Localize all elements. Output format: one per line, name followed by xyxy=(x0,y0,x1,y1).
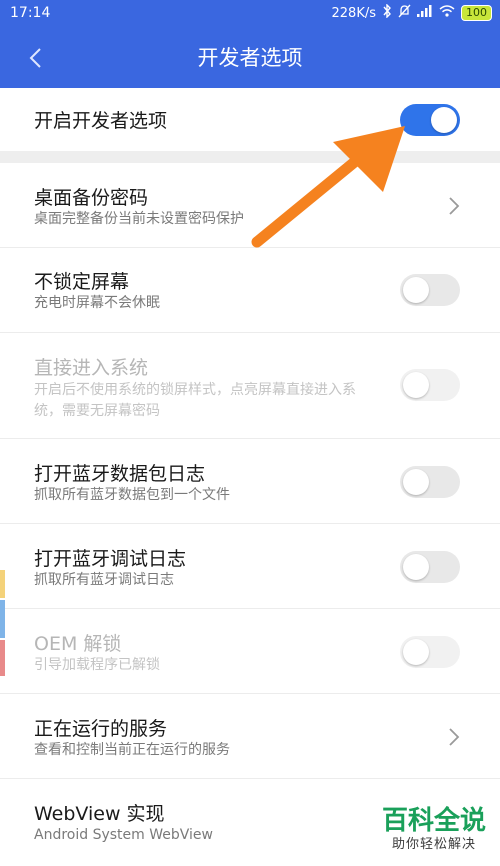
signal-icon xyxy=(417,5,433,21)
toggle-knob xyxy=(403,372,429,398)
developer-options-toggle[interactable] xyxy=(400,104,460,136)
setting-row-stay-awake[interactable]: 不锁定屏幕 充电时屏幕不会休眠 xyxy=(0,248,500,333)
direct-enter-system-toggle xyxy=(400,369,460,401)
toggle-knob xyxy=(403,277,429,303)
watermark-logo: 百科全说 xyxy=(381,806,486,836)
toggle-knob xyxy=(403,639,429,665)
network-speed: 228K/s xyxy=(331,5,377,21)
setting-row-direct-enter-system: 直接进入系统 开启后不使用系统的锁屏样式，点亮屏幕直接进入系统，需要无屏幕密码 xyxy=(0,333,500,439)
setting-row-running-services[interactable]: 正在运行的服务 查看和控制当前正在运行的服务 xyxy=(0,694,500,779)
setting-subtitle: Android System WebView xyxy=(34,827,213,843)
setting-title: 不锁定屏幕 xyxy=(34,271,130,293)
edge-strip-blue xyxy=(0,600,5,638)
toggle-knob xyxy=(403,554,429,580)
edge-strip-red xyxy=(0,640,5,676)
watermark: 百科全说 助你轻松解决 xyxy=(374,806,494,854)
status-time: 17:14 xyxy=(10,5,51,21)
setting-subtitle: 抓取所有蓝牙调试日志 xyxy=(34,572,174,588)
setting-title: OEM 解锁 xyxy=(34,633,122,655)
setting-title: 打开蓝牙调试日志 xyxy=(34,548,187,570)
stay-awake-toggle[interactable] xyxy=(400,274,460,306)
setting-subtitle: 充电时屏幕不会休眠 xyxy=(34,295,160,311)
toggle-knob xyxy=(403,469,429,495)
edge-strip-yellow xyxy=(0,570,5,598)
page-title: 开发者选项 xyxy=(197,46,303,70)
bluetooth-hci-log-toggle[interactable] xyxy=(400,466,460,498)
status-bar: 17:14 228K/s 100 xyxy=(0,0,500,28)
battery-icon: 100 xyxy=(461,5,492,21)
bluetooth-icon xyxy=(382,3,392,22)
setting-subtitle: 桌面完整备份当前未设置密码保护 xyxy=(34,211,244,227)
wifi-icon xyxy=(439,5,455,21)
bluetooth-debug-log-toggle[interactable] xyxy=(400,551,460,583)
chevron-right-icon xyxy=(448,196,460,216)
setting-title: WebView 实现 xyxy=(34,803,165,825)
setting-row-desktop-backup-password[interactable]: 桌面备份密码 桌面完整备份当前未设置密码保护 xyxy=(0,163,500,248)
setting-title: 直接进入系统 xyxy=(34,357,149,379)
status-icons: 228K/s 100 xyxy=(331,3,492,22)
setting-title: 正在运行的服务 xyxy=(34,718,168,740)
setting-subtitle: 抓取所有蓝牙数据包到一个文件 xyxy=(34,487,230,503)
developer-options-master-row[interactable]: 开启开发者选项 xyxy=(0,88,500,151)
section-divider xyxy=(0,151,500,163)
setting-row-oem-unlock: OEM 解锁 引导加载程序已解锁 xyxy=(0,609,500,694)
chevron-right-icon xyxy=(448,727,460,747)
watermark-tagline: 助你轻松解决 xyxy=(391,837,476,852)
alarm-off-icon xyxy=(398,4,411,22)
toggle-knob xyxy=(431,107,457,133)
setting-title: 打开蓝牙数据包日志 xyxy=(34,463,206,485)
setting-title: 桌面备份密码 xyxy=(34,187,149,209)
title-bar: 开发者选项 xyxy=(0,28,500,88)
setting-subtitle: 开启后不使用系统的锁屏样式，点亮屏幕直接进入系统，需要无屏幕密码 xyxy=(34,382,356,419)
setting-row-bluetooth-hci-log[interactable]: 打开蓝牙数据包日志 抓取所有蓝牙数据包到一个文件 xyxy=(0,439,500,524)
setting-subtitle: 查看和控制当前正在运行的服务 xyxy=(34,742,230,758)
setting-row-bluetooth-debug-log[interactable]: 打开蓝牙调试日志 抓取所有蓝牙调试日志 xyxy=(0,524,500,609)
setting-subtitle: 引导加载程序已解锁 xyxy=(34,657,160,673)
master-toggle-label: 开启开发者选项 xyxy=(34,110,168,132)
oem-unlock-toggle xyxy=(400,636,460,668)
